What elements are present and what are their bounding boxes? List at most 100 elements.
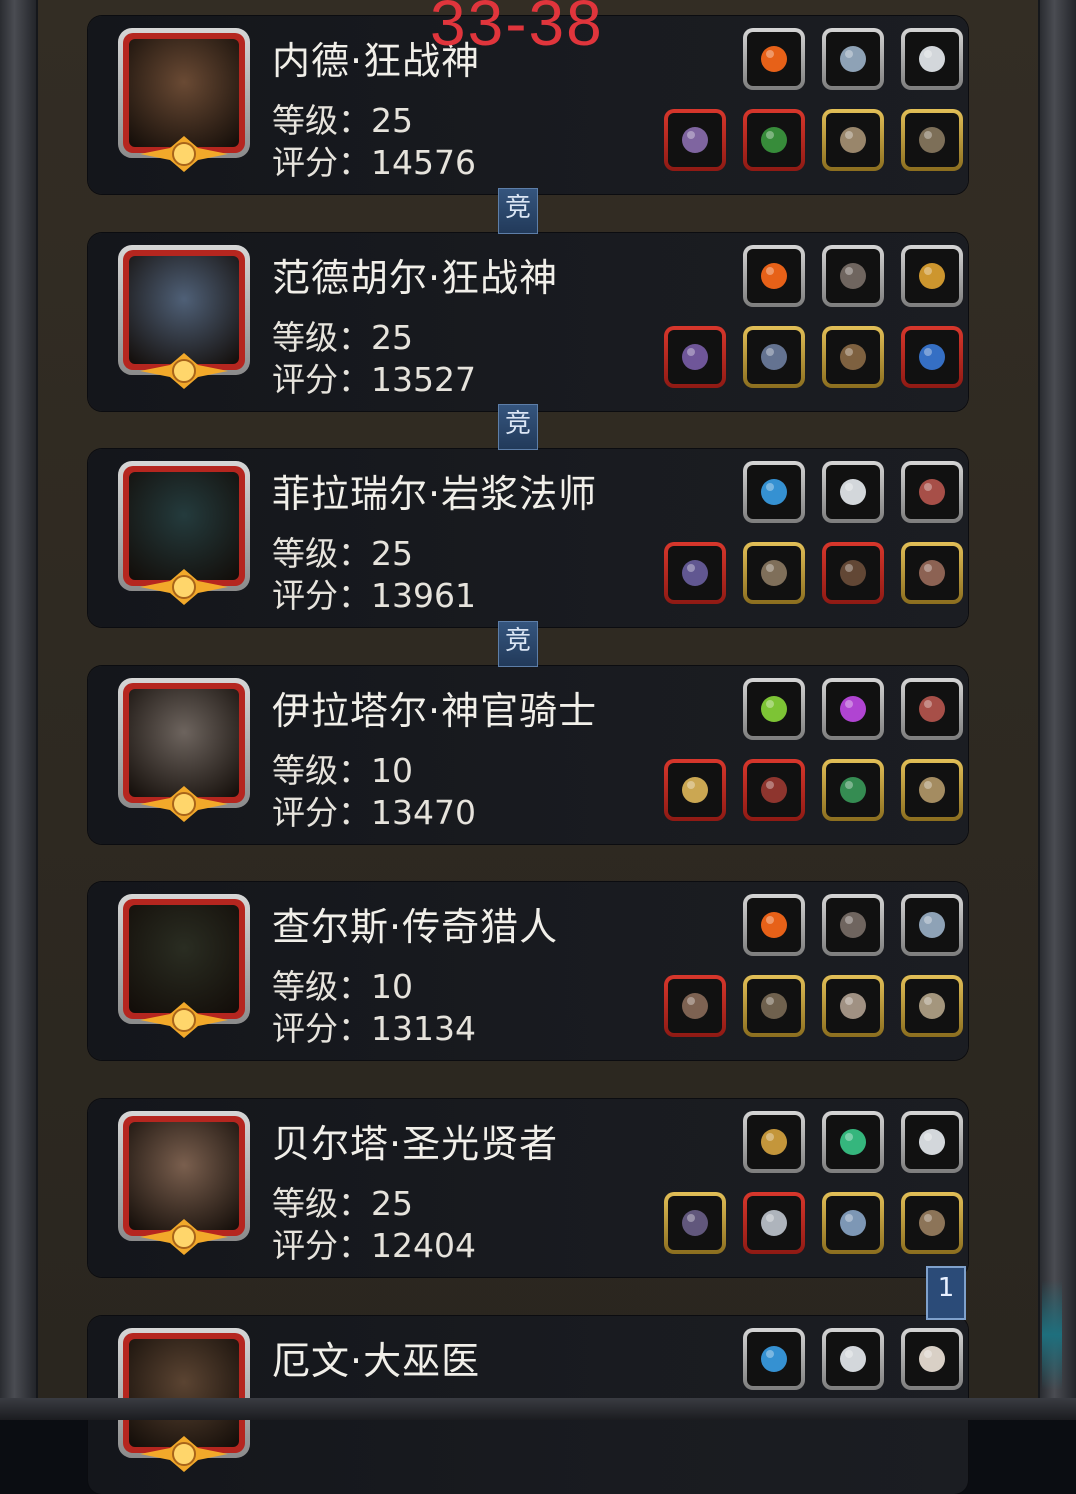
skill-slot[interactable] (822, 28, 884, 90)
equipment-slot[interactable] (743, 542, 805, 604)
rank-emblem-icon (140, 1000, 228, 1040)
hero-score: 评分：14576 (272, 143, 476, 182)
skill-slot[interactable] (822, 461, 884, 523)
skill-slot[interactable] (901, 245, 963, 307)
blue-bracer-icon (905, 330, 959, 384)
crystal-emblem-icon (826, 32, 880, 86)
skill-slot[interactable] (743, 461, 805, 523)
hero-name: 伊拉塔尔·神官骑士 (272, 689, 598, 733)
hero-level: 等级：25 (272, 101, 413, 140)
equipment-slot[interactable] (901, 759, 963, 821)
equipment-slot[interactable] (664, 542, 726, 604)
green-armor-icon (747, 113, 801, 167)
rank-emblem-icon (140, 567, 228, 607)
equipment-slot[interactable] (822, 326, 884, 388)
skill-slot[interactable] (822, 1111, 884, 1173)
equipment-slot[interactable] (664, 326, 726, 388)
blue-orb-icon (747, 465, 801, 519)
skill-slot[interactable] (901, 1111, 963, 1173)
equipment-slot[interactable] (901, 326, 963, 388)
arena-connector: 竞 (498, 621, 538, 667)
staff-icon (668, 546, 722, 600)
skill-slot[interactable] (901, 894, 963, 956)
hero-card[interactable]: 贝尔塔·圣光贤者 等级：25 评分：12404 (88, 1099, 968, 1277)
hero-score: 评分：12404 (272, 1226, 476, 1265)
tome-icon (826, 546, 880, 600)
skull-amulet-icon (905, 113, 959, 167)
skill-slot[interactable] (743, 894, 805, 956)
hero-card[interactable]: 查尔斯·传奇猎人 等级：10 评分：13134 (88, 882, 968, 1060)
plate-armor-icon (747, 330, 801, 384)
equipment-slot[interactable] (743, 109, 805, 171)
skill-slot[interactable] (901, 461, 963, 523)
skill-slot[interactable] (822, 245, 884, 307)
skill-slot[interactable] (743, 678, 805, 740)
equipment-slot[interactable] (743, 759, 805, 821)
rank-emblem-icon (140, 351, 228, 391)
skill-slot[interactable] (822, 678, 884, 740)
equipment-slot[interactable] (901, 542, 963, 604)
skill-slot[interactable] (901, 678, 963, 740)
hero-score: 评分：13961 (272, 576, 476, 615)
battle-axe-icon (668, 113, 722, 167)
rank-emblem-icon (140, 784, 228, 824)
hero-card[interactable]: 菲拉瑞尔·岩浆法师等级：25 评分：13961 (88, 449, 968, 627)
hero-card[interactable]: 伊拉塔尔·神官骑士 等级：10 评分：13470 (88, 666, 968, 844)
equipment-slot[interactable] (901, 975, 963, 1037)
white-feather-icon (826, 1332, 880, 1386)
rank-emblem-icon (140, 1434, 228, 1474)
skill-slot[interactable] (901, 28, 963, 90)
dark-feather-icon (826, 898, 880, 952)
hero-name: 厄文·大巫医 (272, 1339, 481, 1383)
hero-portrait (129, 39, 239, 147)
helmet-icon (905, 1196, 959, 1250)
equipment-slot[interactable] (743, 1192, 805, 1254)
equipment-slot[interactable] (664, 975, 726, 1037)
hero-card[interactable]: 范德胡尔·狂战神 等级：25 评分：13527 (88, 233, 968, 411)
white-feather-icon (826, 465, 880, 519)
hero-portrait (129, 1339, 239, 1447)
hero-level: 等级：25 (272, 534, 413, 573)
purple-gem-icon (826, 682, 880, 736)
equipment-slot[interactable] (664, 759, 726, 821)
hero-name: 贝尔塔·圣光贤者 (272, 1122, 559, 1166)
right-frame (1038, 0, 1076, 1420)
shield-icon (905, 763, 959, 817)
edge-glow (1042, 1280, 1062, 1390)
fire-orb-icon (747, 249, 801, 303)
skill-slot[interactable] (822, 894, 884, 956)
equipment-slot[interactable] (901, 1192, 963, 1254)
crossbow-icon (668, 979, 722, 1033)
green-crystal-icon (747, 682, 801, 736)
equipment-slot[interactable] (822, 759, 884, 821)
equipment-slot[interactable] (822, 542, 884, 604)
skill-slot[interactable] (901, 1328, 963, 1390)
fire-orb-icon (747, 32, 801, 86)
hero-name: 菲拉瑞尔·岩浆法师 (272, 472, 598, 516)
arena-connector: 竞 (498, 188, 538, 234)
equipment-slot[interactable] (822, 1192, 884, 1254)
equipment-slot[interactable] (743, 326, 805, 388)
skill-slot[interactable] (743, 245, 805, 307)
hero-score: 评分：13470 (272, 793, 476, 832)
hero-name: 查尔斯·传奇猎人 (272, 905, 559, 949)
hammer-icon (668, 763, 722, 817)
skill-slot[interactable] (822, 1328, 884, 1390)
skull-ring-icon (826, 979, 880, 1033)
equipment-slot[interactable] (664, 109, 726, 171)
equipment-slot[interactable] (901, 109, 963, 171)
hero-portrait (129, 689, 239, 797)
hero-score: 评分：13134 (272, 1009, 476, 1048)
equipment-slot[interactable] (743, 975, 805, 1037)
bone-bracer-icon (905, 979, 959, 1033)
robe-icon (747, 546, 801, 600)
fire-orb-icon (747, 898, 801, 952)
skill-slot[interactable] (743, 28, 805, 90)
arena-connector: 竞 (498, 404, 538, 450)
skill-slot[interactable] (743, 1111, 805, 1173)
blue-orb-icon (747, 1332, 801, 1386)
skill-slot[interactable] (743, 1328, 805, 1390)
equipment-slot[interactable] (822, 109, 884, 171)
equipment-slot[interactable] (822, 975, 884, 1037)
equipment-slot[interactable] (664, 1192, 726, 1254)
